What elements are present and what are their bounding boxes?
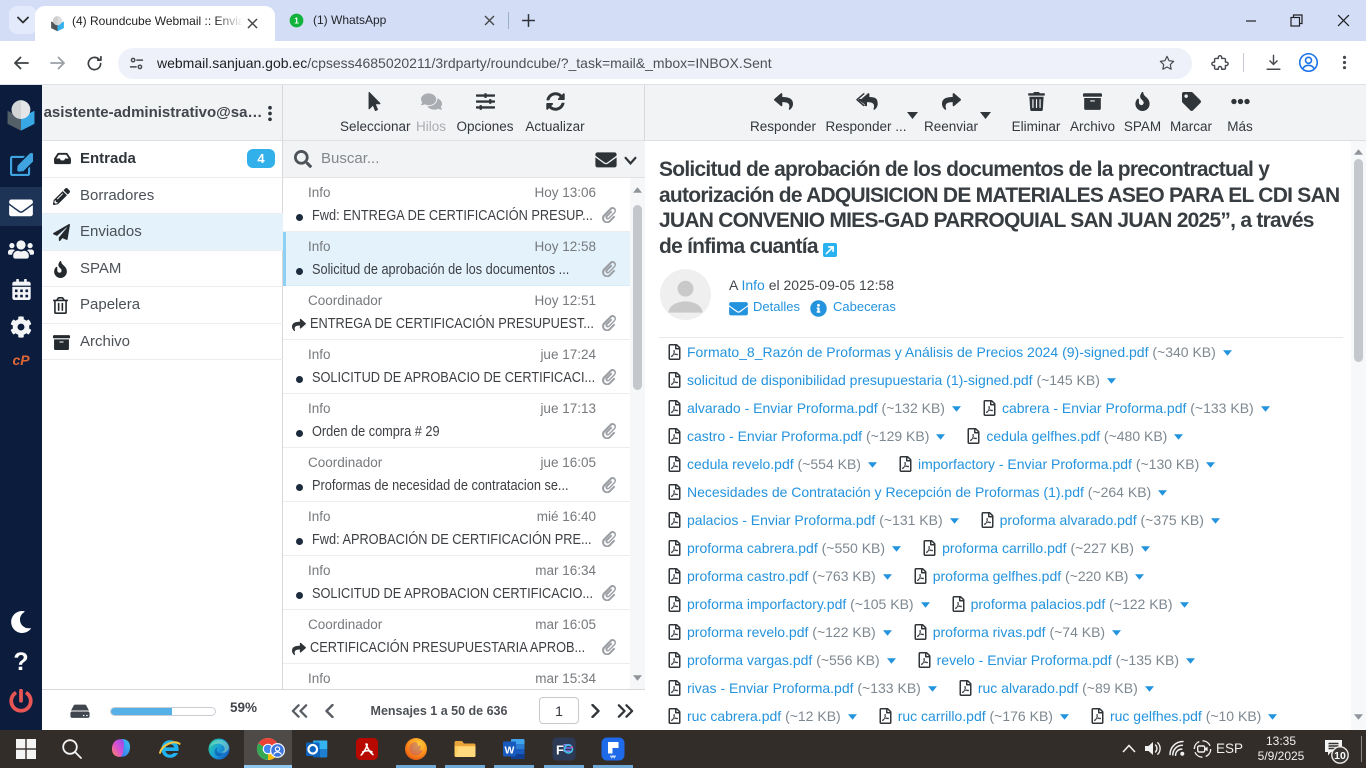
svg-text:F: F	[556, 743, 564, 758]
svg-text:10: 10	[1334, 750, 1346, 762]
svg-text:1: 1	[294, 16, 299, 25]
svg-text:W: W	[505, 745, 515, 757]
